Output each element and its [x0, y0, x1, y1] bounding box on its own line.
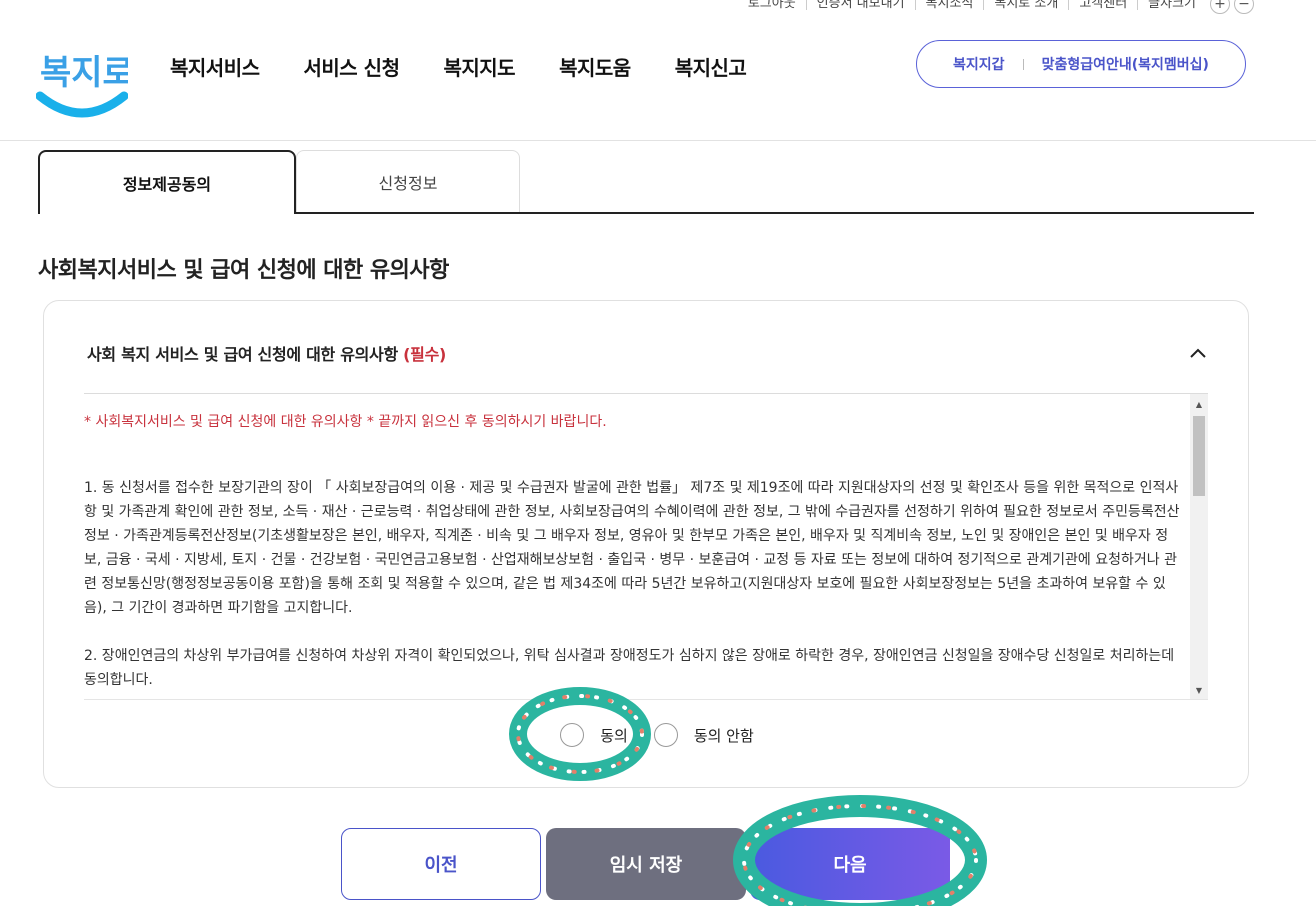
- agree-radio[interactable]: 동의: [560, 723, 628, 747]
- scroll-down-arrow-icon[interactable]: ▼: [1190, 682, 1208, 698]
- utility-bar: 로그아웃 인증서 내보내기 복지소식 복지로 소개 고객센터 글자크기 + −: [738, 0, 1254, 14]
- required-badge: (필수): [403, 345, 447, 364]
- welfare-wallet-link[interactable]: 복지지갑: [953, 54, 1005, 74]
- terms-notice: * 사회복지서비스 및 급여 신청에 대한 유의사항 * 끝까지 읽으신 후 동…: [84, 414, 607, 430]
- welfare-news-link[interactable]: 복지소식: [914, 0, 984, 10]
- about-link[interactable]: 복지로 소개: [983, 0, 1068, 10]
- font-size-label: 글자크기: [1137, 0, 1206, 10]
- scrollbar-thumb[interactable]: [1193, 416, 1205, 496]
- scroll-up-arrow-icon[interactable]: ▲: [1190, 396, 1208, 412]
- terms-paragraph-2: 2. 장애인연금의 차상위 부가급여를 신청하여 차상위 자격이 확인되었으나,…: [84, 648, 1175, 688]
- nav-welfare-map[interactable]: 복지지도: [443, 52, 515, 81]
- terms-paragraph-1: 1. 동 신청서를 접수한 보장기관의 장이 「 사회보장급여의 이용 · 제공…: [84, 480, 1180, 616]
- scrollbar[interactable]: ▲ ▼: [1190, 394, 1208, 699]
- main-nav: 복지서비스 서비스 신청 복지지도 복지도움 복지신고: [170, 52, 747, 81]
- consent-card: 사회 복지 서비스 및 급여 신청에 대한 유의사항 (필수) * 사회복지서비…: [43, 300, 1249, 788]
- disagree-label: 동의 안함: [693, 726, 754, 745]
- disagree-radio[interactable]: 동의 안함: [653, 723, 754, 747]
- font-increase-button[interactable]: +: [1210, 0, 1230, 14]
- consent-radio-group: 동의 동의 안함: [44, 723, 1250, 747]
- step-tabs: 정보제공동의 신청정보: [38, 150, 1254, 214]
- agree-label: 동의: [600, 726, 628, 745]
- terms-scroll-box[interactable]: * 사회복지서비스 및 급여 신청에 대한 유의사항 * 끝까지 읽으신 후 동…: [84, 394, 1208, 700]
- font-decrease-button[interactable]: −: [1234, 0, 1254, 14]
- next-button[interactable]: 다음: [750, 828, 950, 900]
- disagree-radio-circle[interactable]: [653, 723, 678, 747]
- nav-welfare-help[interactable]: 복지도움: [559, 52, 631, 81]
- customer-center-link[interactable]: 고객센터: [1068, 0, 1137, 10]
- agree-radio-circle[interactable]: [560, 723, 585, 747]
- bokjiro-logo[interactable]: 복지로: [36, 38, 128, 122]
- prev-button[interactable]: 이전: [341, 828, 541, 900]
- chevron-up-icon[interactable]: [1188, 343, 1208, 363]
- tab-application-info[interactable]: 신청정보: [296, 150, 520, 212]
- temp-save-button[interactable]: 임시 저장: [546, 828, 746, 900]
- nav-service-apply[interactable]: 서비스 신청: [304, 52, 400, 81]
- logo-text: 복지로: [40, 53, 128, 93]
- pill-divider: [1022, 58, 1024, 70]
- accordion-title: 사회 복지 서비스 및 급여 신청에 대한 유의사항: [87, 345, 398, 364]
- wallet-membership-pill: 복지지갑 맞춤형급여안내(복지멤버십): [916, 40, 1246, 88]
- logout-link[interactable]: 로그아웃: [738, 0, 806, 10]
- site-header: 로그아웃 인증서 내보내기 복지소식 복지로 소개 고객센터 글자크기 + − …: [0, 0, 1316, 141]
- nav-welfare-service[interactable]: 복지서비스: [170, 52, 260, 81]
- tab-info-consent[interactable]: 정보제공동의: [38, 150, 296, 214]
- nav-welfare-report[interactable]: 복지신고: [675, 52, 747, 81]
- membership-link[interactable]: 맞춤형급여안내(복지멤버십): [1042, 54, 1209, 74]
- section-title: 사회복지서비스 및 급여 신청에 대한 유의사항: [38, 258, 449, 283]
- accordion-header[interactable]: 사회 복지 서비스 및 급여 신청에 대한 유의사항 (필수): [87, 341, 446, 365]
- certificate-export-link[interactable]: 인증서 내보내기: [805, 0, 915, 10]
